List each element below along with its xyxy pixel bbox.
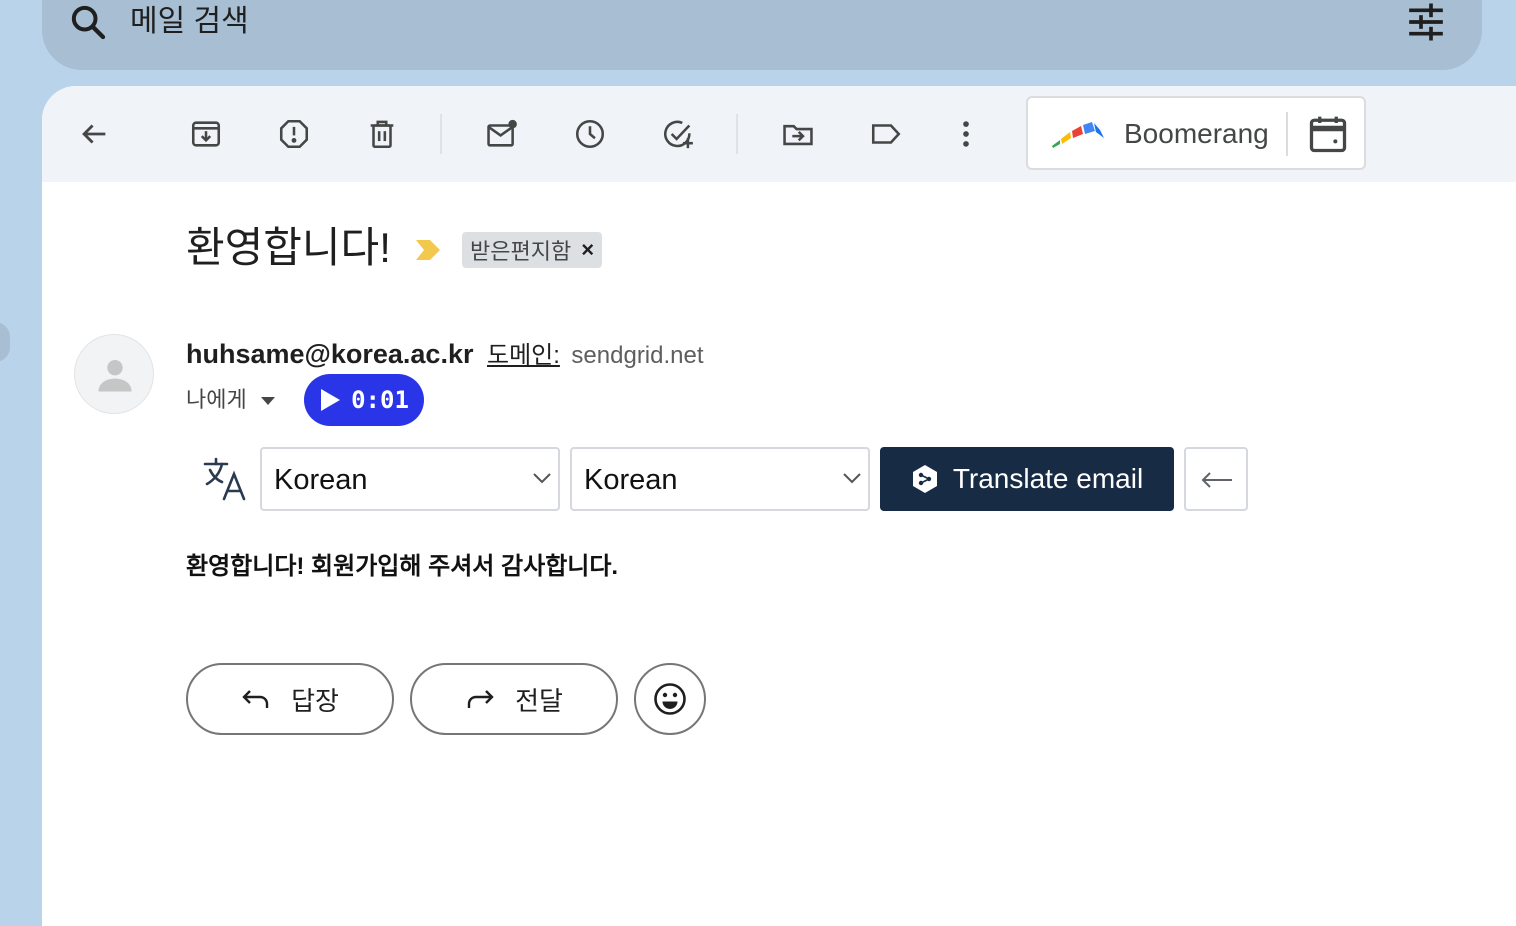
back-arrow-icon: [82, 124, 106, 144]
report-spam-button[interactable]: [270, 110, 318, 158]
boomerang-label: Boomerang: [1124, 118, 1269, 149]
add-task-button[interactable]: [654, 110, 702, 158]
translate-icon: [203, 457, 246, 501]
sender-email[interactable]: huhsame@korea.ac.kr: [186, 339, 473, 369]
label-button[interactable]: [862, 110, 910, 158]
report-spam-icon: [279, 119, 309, 149]
sender-avatar[interactable]: [74, 334, 154, 414]
reply-icon: [242, 690, 269, 708]
message-subject: 환영합니다!: [186, 224, 391, 271]
archive-icon: [191, 121, 221, 147]
toolbar-divider: [736, 114, 738, 154]
mark-unread-button[interactable]: [478, 110, 526, 158]
audio-play-button[interactable]: 0:01: [304, 374, 424, 426]
delete-button[interactable]: [358, 110, 406, 158]
message-body: 환영합니다! 회원가입해 주셔서 감사합니다.: [186, 553, 619, 580]
sender-domain: sendgrid.net: [571, 342, 704, 369]
boomerang-widget[interactable]: Boomerang: [1026, 96, 1366, 170]
source-language-select[interactable]: Korean: [260, 447, 560, 511]
translate-email-button[interactable]: Translate email: [880, 447, 1174, 511]
calendar-icon[interactable]: [1306, 112, 1350, 156]
delete-icon: [370, 120, 394, 149]
source-language-value: Korean: [274, 464, 368, 496]
chevron-down-icon: [533, 473, 551, 484]
chevron-down-icon: [843, 473, 861, 484]
inbox-label-text: 받은편지함: [470, 239, 572, 264]
revert-translation-button[interactable]: [1184, 447, 1248, 511]
search-icon[interactable]: [68, 2, 108, 42]
move-to-icon: [783, 124, 813, 146]
audio-duration: 0:01: [351, 386, 409, 414]
emoji-reaction-button[interactable]: [634, 663, 706, 735]
person-icon: [98, 359, 132, 392]
target-language-select[interactable]: Korean: [570, 447, 870, 511]
forward-label: 전달: [515, 685, 563, 716]
remove-label-button[interactable]: ×: [581, 237, 594, 263]
forward-icon: [467, 690, 494, 708]
target-language-value: Korean: [584, 464, 678, 496]
more-options-button[interactable]: [942, 110, 990, 158]
mark-unread-icon: [487, 119, 517, 147]
smiley-icon: [654, 683, 686, 715]
forward-button[interactable]: 전달: [410, 663, 618, 735]
back-button[interactable]: [70, 110, 118, 158]
snooze-button[interactable]: [566, 110, 614, 158]
boomerang-logo-icon: [1052, 122, 1104, 148]
message-view: Boomerang 환영합니다! 받은편지함 × huhsame@korea.a…: [42, 86, 1516, 926]
label-icon: [871, 124, 901, 144]
toolbar-divider: [440, 114, 442, 154]
play-icon: [321, 389, 341, 411]
deepl-logo-icon: [912, 465, 937, 493]
message-toolbar: Boomerang: [42, 86, 1516, 182]
search-input[interactable]: 메일 검색: [130, 2, 249, 42]
archive-button[interactable]: [182, 110, 230, 158]
search-bar[interactable]: 메일 검색: [42, 0, 1482, 70]
sender-line: huhsame@korea.ac.kr 도메인: sendgrid.net: [186, 338, 704, 372]
domain-label[interactable]: 도메인:: [487, 342, 560, 369]
boomerang-divider: [1286, 112, 1288, 156]
snooze-icon: [575, 119, 605, 149]
recipient-label[interactable]: 나에게: [186, 384, 247, 416]
side-panel-handle: [0, 322, 10, 362]
translate-email-label: Translate email: [952, 463, 1144, 494]
more-vert-icon: [963, 121, 969, 147]
left-arrow-icon: [1201, 472, 1232, 488]
move-to-button[interactable]: [774, 110, 822, 158]
reply-label: 답장: [291, 685, 339, 716]
reply-button[interactable]: 답장: [186, 663, 394, 735]
caret-down-icon[interactable]: [260, 396, 276, 406]
inbox-label-chip: 받은편지함 ×: [462, 232, 603, 268]
importance-marker-icon[interactable]: [414, 238, 442, 262]
add-task-icon: [664, 120, 693, 149]
search-options-icon[interactable]: [1406, 2, 1446, 42]
